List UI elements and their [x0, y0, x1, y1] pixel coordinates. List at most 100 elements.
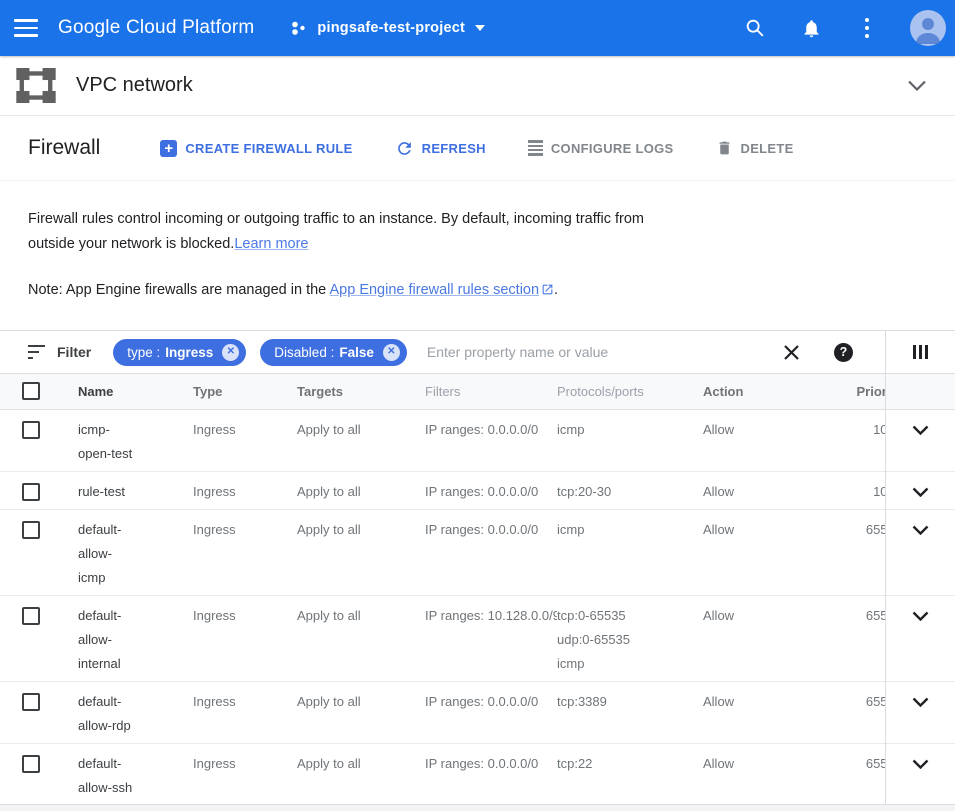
rule-protocols: tcp:0-65535udp:0-65535icmp	[557, 596, 703, 681]
rule-name[interactable]: default-allow-internal	[56, 596, 193, 681]
search-icon[interactable]	[742, 15, 768, 41]
top-app-bar: Google Cloud Platform pingsafe-test-proj…	[0, 0, 955, 56]
rule-filters: IP ranges: 0.0.0.0/0	[425, 472, 557, 509]
rule-targets: Apply to all	[297, 510, 425, 595]
rule-priority: 65534	[810, 744, 886, 805]
refresh-button[interactable]: REFRESH	[395, 139, 486, 158]
row-checkbox-cell	[0, 410, 56, 471]
account-avatar[interactable]	[910, 10, 946, 46]
trash-icon	[716, 139, 733, 157]
chevron-down-icon	[475, 25, 485, 31]
rule-name[interactable]: default-allow-rdp	[56, 682, 193, 743]
rule-type: Ingress	[193, 682, 297, 743]
horizontal-scrollbar-track[interactable]	[0, 804, 955, 811]
section-header: VPC network	[0, 56, 955, 116]
column-header-type: Type	[193, 374, 297, 410]
rule-action: Allow	[703, 682, 810, 743]
note-text: Note: App Engine firewalls are managed i…	[28, 282, 329, 298]
learn-more-link[interactable]: Learn more	[234, 236, 308, 252]
column-display-options-icon[interactable]	[913, 345, 929, 359]
rule-filters: IP ranges: 0.0.0.0/0	[425, 510, 557, 595]
chevron-body	[886, 410, 955, 806]
rule-filters: IP ranges: 10.128.0.0/9	[425, 596, 557, 681]
row-expand-chevron-icon[interactable]	[886, 410, 955, 472]
filter-bar: Filter type : Ingress ✕ Disabled : False…	[0, 330, 955, 374]
row-expand-chevron-icon[interactable]	[886, 682, 955, 744]
menu-icon[interactable]	[14, 19, 38, 37]
firewall-toolbar: Firewall + CREATE FIREWALL RULE REFRESH …	[0, 116, 955, 181]
rule-type: Ingress	[193, 410, 297, 471]
row-expand-chevron-icon[interactable]	[886, 596, 955, 682]
row-expand-chevron-icon[interactable]	[886, 744, 955, 806]
column-header-filters: Filters	[425, 374, 557, 410]
row-checkbox[interactable]	[22, 693, 40, 711]
rule-action: Allow	[703, 410, 810, 471]
configure-logs-button[interactable]: CONFIGURE LOGS	[528, 140, 674, 156]
filter-chip-disabled[interactable]: Disabled : False ✕	[260, 339, 407, 366]
row-expand-column	[886, 374, 955, 806]
table-row: default-allow-icmpIngressApply to allIP …	[0, 510, 886, 596]
list-lines-icon	[528, 140, 543, 156]
rule-name[interactable]: icmp-open-test	[56, 410, 193, 471]
app-engine-firewall-link[interactable]: App Engine firewall rules section	[329, 282, 539, 298]
chip-remove-icon[interactable]: ✕	[222, 344, 239, 361]
project-name: pingsafe-test-project	[317, 20, 465, 36]
row-checkbox[interactable]	[22, 483, 40, 501]
gcp-logo[interactable]: Google Cloud Platform	[58, 17, 254, 39]
column-header-targets: Targets	[297, 374, 425, 410]
clear-filters-icon[interactable]	[783, 344, 800, 361]
row-checkbox[interactable]	[22, 755, 40, 773]
table-row: default-allow-internalIngressApply to al…	[0, 596, 886, 682]
rule-type: Ingress	[193, 510, 297, 595]
rule-action: Allow	[703, 744, 810, 805]
rule-protocols: icmp	[557, 410, 703, 471]
row-expand-chevron-icon[interactable]	[886, 472, 955, 510]
row-checkbox[interactable]	[22, 607, 40, 625]
more-options-kebab-icon[interactable]	[854, 15, 880, 41]
rule-priority: 1000	[810, 472, 886, 509]
chip-remove-icon[interactable]: ✕	[383, 344, 400, 361]
rule-protocols: tcp:22	[557, 744, 703, 805]
table-header-row: Name Type Targets Filters Protocols/port…	[0, 374, 886, 410]
rule-protocols: icmp	[557, 510, 703, 595]
row-checkbox[interactable]	[22, 421, 40, 439]
collapse-chevron-icon[interactable]	[907, 80, 927, 91]
row-checkbox-cell	[0, 472, 56, 509]
rule-type: Ingress	[193, 596, 297, 681]
table-row: default-allow-rdpIngressApply to allIP r…	[0, 682, 886, 744]
rule-name[interactable]: default-allow-ssh	[56, 744, 193, 805]
rule-priority: 1000	[810, 410, 886, 471]
column-header-action: Action	[703, 374, 810, 410]
rule-type: Ingress	[193, 744, 297, 805]
rule-name[interactable]: default-allow-icmp	[56, 510, 193, 595]
project-selector[interactable]: pingsafe-test-project	[290, 19, 485, 37]
delete-button[interactable]: DELETE	[716, 139, 794, 157]
vpc-network-icon	[16, 68, 56, 103]
rule-filters: IP ranges: 0.0.0.0/0	[425, 744, 557, 805]
description-text: Firewall rules control incoming or outgo…	[28, 211, 644, 252]
table-row: default-allow-sshIngressApply to allIP r…	[0, 744, 886, 806]
plus-icon: +	[160, 140, 177, 157]
filter-input[interactable]	[427, 344, 773, 360]
rule-action: Allow	[703, 596, 810, 681]
help-icon[interactable]: ?	[834, 343, 853, 362]
rule-priority: 65534	[810, 682, 886, 743]
toolbar-title: Firewall	[28, 136, 100, 160]
select-all-checkbox[interactable]	[22, 382, 40, 400]
filter-label: Filter	[57, 344, 91, 360]
row-checkbox[interactable]	[22, 521, 40, 539]
select-all-checkbox-cell	[0, 374, 56, 410]
person-icon	[910, 10, 946, 46]
row-checkbox-cell	[0, 744, 56, 805]
rule-targets: Apply to all	[297, 744, 425, 805]
rule-filters: IP ranges: 0.0.0.0/0	[425, 410, 557, 471]
row-expand-chevron-icon[interactable]	[886, 510, 955, 596]
row-checkbox-cell	[0, 510, 56, 595]
notifications-bell-icon[interactable]	[798, 15, 824, 41]
rule-type: Ingress	[193, 472, 297, 509]
rule-name[interactable]: rule-test	[56, 472, 193, 509]
column-header-protocols-ports: Protocols/ports	[557, 374, 703, 410]
filter-chip-type[interactable]: type : Ingress ✕	[113, 339, 246, 366]
create-firewall-rule-button[interactable]: + CREATE FIREWALL RULE	[160, 140, 352, 157]
column-header-priority: Priority	[810, 374, 886, 410]
